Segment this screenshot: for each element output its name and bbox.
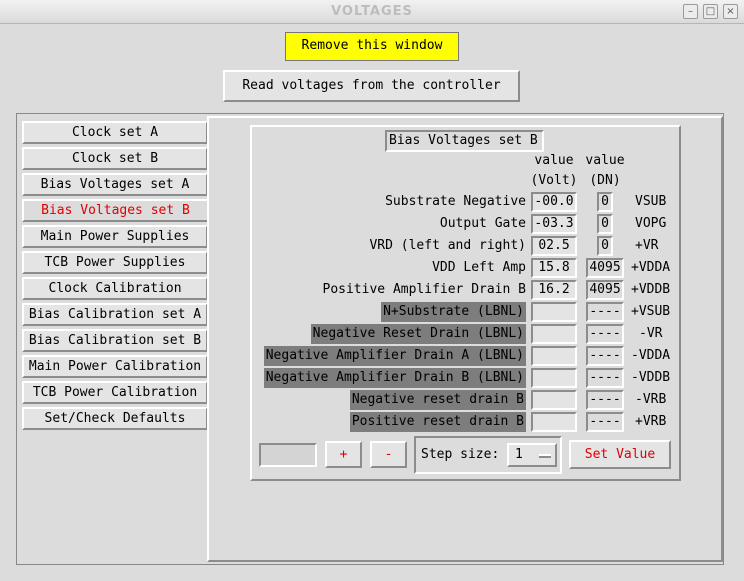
volt-field-vsub[interactable]: -00.0 — [531, 192, 577, 212]
decrement-button[interactable]: - — [370, 441, 407, 468]
code-minus-vrb: -VRB — [635, 392, 667, 407]
row-label-positive-reset-drain-b: Positive reset drain B — [349, 412, 526, 432]
tab-clock-calibration[interactable]: Clock Calibration — [22, 277, 208, 300]
dn-value-minus-vrb: ---- — [586, 390, 624, 410]
dn-value-plus-vrb: ---- — [586, 412, 624, 432]
tab-main-power-calibration[interactable]: Main Power Calibration — [22, 355, 208, 378]
option-menu-indicator-icon — [539, 454, 551, 458]
step-size-select[interactable]: 1 — [507, 443, 557, 467]
tab-tcb-power-calibration[interactable]: TCB Power Calibration — [22, 381, 208, 404]
dn-value-vsub: 0 — [597, 192, 613, 212]
code-vddb: +VDDB — [631, 282, 671, 297]
increment-button[interactable]: + — [325, 441, 362, 468]
dn-header-line2: (DN) — [589, 173, 621, 188]
code-minus-vr: -VR — [639, 326, 663, 341]
volt-field-minus-vr[interactable] — [531, 324, 577, 344]
dn-value-minus-vdda: ---- — [586, 346, 624, 366]
step-size-value: 1 — [515, 447, 523, 462]
maximize-icon[interactable]: □ — [703, 4, 718, 19]
row-label-substrate-negative: Substrate Negative — [385, 194, 526, 209]
code-minus-vddb: -VDDB — [631, 370, 671, 385]
dn-header-line1: value — [585, 153, 625, 168]
read-voltages-button[interactable]: Read voltages from the controller — [223, 70, 520, 102]
code-vr: +VR — [635, 238, 659, 253]
row-label-negative-amplifier-drain-b: Negative Amplifier Drain B (LBNL) — [263, 368, 526, 388]
row-label-negative-reset-drain-b: Negative reset drain B — [349, 390, 526, 410]
volt-field-minus-vdda[interactable] — [531, 346, 577, 366]
tab-clock-set-a[interactable]: Clock set A — [22, 121, 208, 144]
panel-title: Bias Voltages set B — [385, 130, 544, 152]
tab-bias-voltages-set-a[interactable]: Bias Voltages set A — [22, 173, 208, 196]
code-vopg: VOPG — [635, 216, 667, 231]
row-label-vrd: VRD (left and right) — [369, 238, 526, 253]
dn-value-vddb: 4095 — [586, 280, 624, 300]
dn-value-vdda: 4095 — [586, 258, 624, 278]
remove-window-button[interactable]: Remove this window — [285, 32, 459, 61]
minimize-icon[interactable]: – — [683, 4, 698, 19]
tab-set-check-defaults[interactable]: Set/Check Defaults — [22, 407, 208, 430]
code-vsub: VSUB — [635, 194, 667, 209]
tab-tcb-power-supplies[interactable]: TCB Power Supplies — [22, 251, 208, 274]
tab-bias-calibration-set-a[interactable]: Bias Calibration set A — [22, 303, 208, 326]
volt-header-line1: value — [534, 153, 574, 168]
value-entry-field[interactable] — [259, 443, 317, 467]
close-icon[interactable]: × — [723, 4, 738, 19]
dn-value-minus-vddb: ---- — [586, 368, 624, 388]
dn-value-vopg: 0 — [597, 214, 613, 234]
row-label-n-substrate: N+Substrate (LBNL) — [381, 302, 526, 322]
code-minus-vdda: -VDDA — [631, 348, 671, 363]
volt-field-minus-vrb[interactable] — [531, 390, 577, 410]
dn-value-vr: 0 — [597, 236, 613, 256]
dn-value-plus-vsub: ---- — [586, 302, 624, 322]
volt-field-minus-vddb[interactable] — [531, 368, 577, 388]
tab-clock-set-b[interactable]: Clock set B — [22, 147, 208, 170]
code-vdda: +VDDA — [631, 260, 671, 275]
volt-field-vdda[interactable]: 15.8 — [531, 258, 577, 278]
row-label-positive-amplifier-drain-b: Positive Amplifier Drain B — [322, 282, 527, 297]
code-plus-vsub: +VSUB — [631, 304, 671, 319]
tab-main-power-supplies[interactable]: Main Power Supplies — [22, 225, 208, 248]
tab-bias-voltages-set-b[interactable]: Bias Voltages set B — [22, 199, 208, 222]
set-value-button[interactable]: Set Value — [569, 440, 671, 469]
dn-value-minus-vr: ---- — [586, 324, 624, 344]
window-title: VOLTAGES — [331, 4, 413, 19]
step-size-label: Step size: — [421, 447, 500, 462]
row-label-output-gate: Output Gate — [439, 216, 526, 231]
volt-field-plus-vrb[interactable] — [531, 412, 577, 432]
volt-field-vddb[interactable]: 16.2 — [531, 280, 577, 300]
tab-bias-calibration-set-b[interactable]: Bias Calibration set B — [22, 329, 208, 352]
volt-header-line2: (Volt) — [530, 173, 578, 188]
volt-field-vopg[interactable]: -03.3 — [531, 214, 577, 234]
code-plus-vrb: +VRB — [635, 414, 667, 429]
row-label-vdd-left-amp: VDD Left Amp — [432, 260, 526, 275]
volt-field-vr[interactable]: 02.5 — [531, 236, 577, 256]
row-label-negative-amplifier-drain-a: Negative Amplifier Drain A (LBNL) — [263, 346, 526, 366]
row-label-negative-reset-drain: Negative Reset Drain (LBNL) — [310, 324, 526, 344]
volt-field-plus-vsub[interactable] — [531, 302, 577, 322]
